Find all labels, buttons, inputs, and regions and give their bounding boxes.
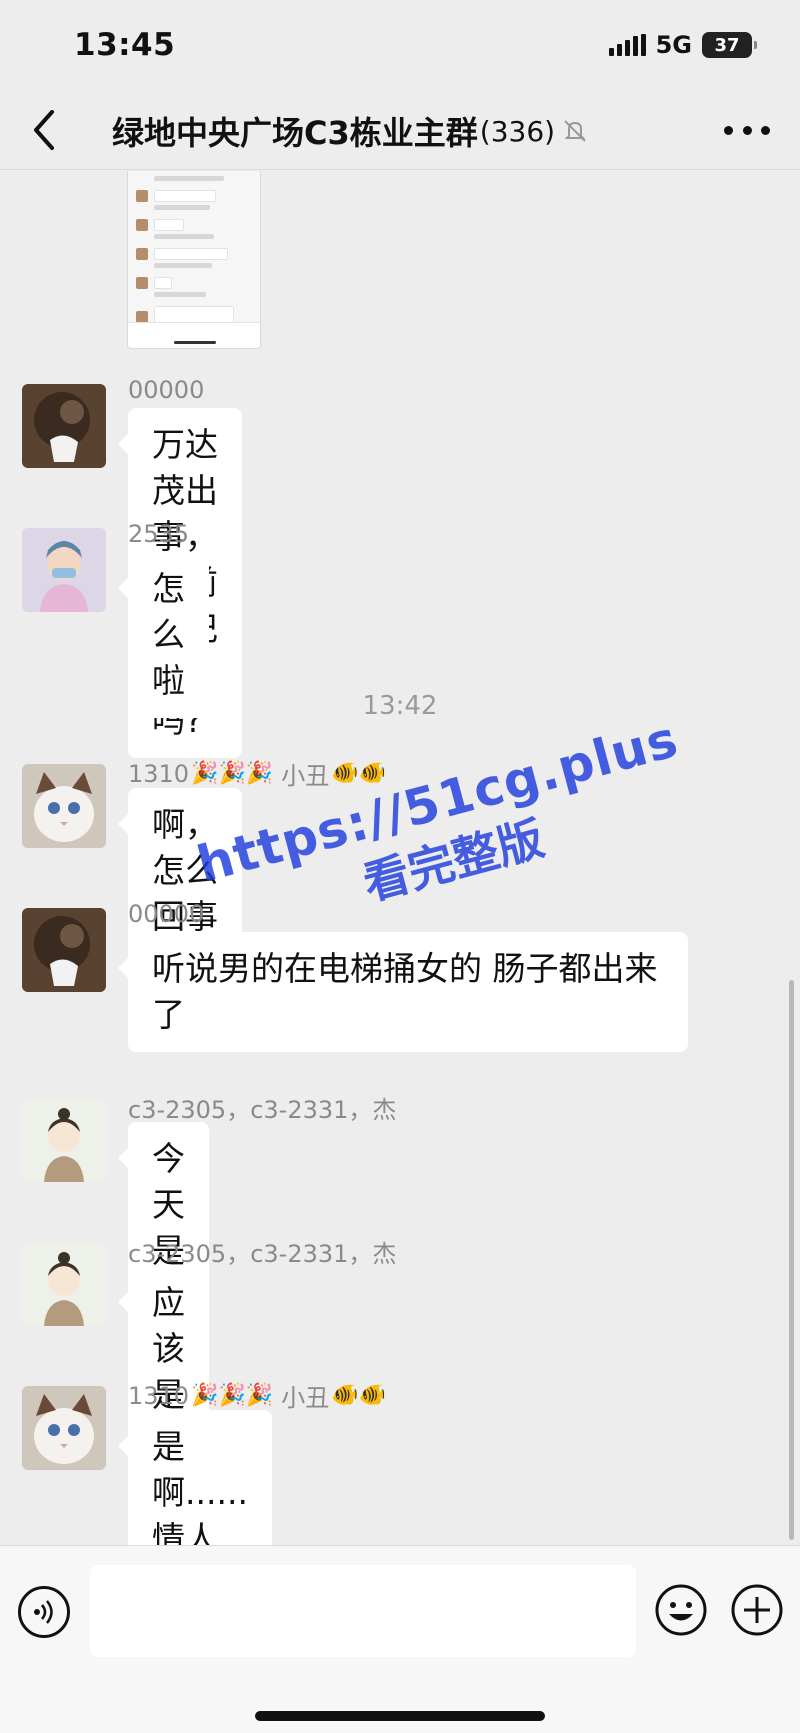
party-popper-icon: 🎉🎉🎉 (191, 761, 274, 786)
voice-icon (34, 1600, 53, 1624)
tropical-fish-icon: 🐠🐠 (331, 761, 387, 786)
message-input[interactable] (90, 1565, 636, 1657)
message-list[interactable]: 00000 万达茂出事，有前方记者吗? 2535 怎么啦 13:42 (0, 171, 800, 1545)
avatar[interactable] (22, 384, 106, 468)
status-time: 13:45 (74, 27, 176, 63)
image-message-thumbnail[interactable] (127, 171, 261, 349)
more-dots-icon (724, 125, 733, 135)
smiley-icon (655, 1584, 707, 1636)
battery-level: 37 (714, 34, 740, 56)
avatar[interactable] (22, 764, 106, 848)
emoji-button[interactable] (654, 1583, 708, 1637)
chevron-left-icon (34, 110, 54, 150)
avatar[interactable] (22, 1242, 106, 1326)
sender-name-suffix: 小丑 (281, 762, 330, 790)
sender-name-id: 1310 (128, 1381, 190, 1410)
sender-name: 2535 (128, 520, 190, 548)
more-button[interactable] (724, 116, 770, 144)
party-popper-icon: 🎉🎉🎉 (191, 1383, 274, 1408)
tropical-fish-icon: 🐠🐠 (331, 1383, 387, 1408)
avatar[interactable] (22, 528, 106, 612)
input-bar (0, 1545, 800, 1733)
signal-icon (608, 34, 646, 56)
avatar[interactable] (22, 1098, 106, 1182)
chat-header: 绿地中央广场C3栋业主群 (336) (0, 90, 800, 170)
voice-button[interactable] (18, 1586, 70, 1638)
back-button[interactable] (26, 108, 66, 152)
sender-name: 00000 (128, 376, 205, 404)
member-count: (336) (479, 114, 556, 148)
message-bubble[interactable]: 听说男的在电梯捅女的 肠子都出来了 (118, 932, 688, 1052)
network-type: 5G (655, 31, 692, 59)
chat-title: 绿地中央广场C3栋业主群 (112, 114, 478, 152)
message-bubble[interactable]: 是啊......情人节 (118, 1410, 272, 1545)
sender-name: 00000 (128, 900, 205, 928)
avatar[interactable] (22, 908, 106, 992)
status-bar: 13:45 5G 37 (0, 0, 800, 90)
avatar[interactable] (22, 1386, 106, 1470)
home-indicator (255, 1711, 545, 1721)
sender-name: c3-2305，c3-2331，杰 (128, 1096, 397, 1124)
chat-title-area[interactable]: 绿地中央广场C3栋业主群 (336) (112, 108, 589, 154)
plus-button[interactable] (730, 1583, 784, 1637)
sender-name-id: 1310 (128, 759, 190, 788)
battery-icon: 37 (702, 32, 757, 58)
bell-off-icon (564, 120, 586, 142)
sender-name-suffix: 小丑 (281, 1384, 330, 1412)
sender-name: 1310 🎉🎉🎉 小丑 🐠🐠 (128, 1378, 386, 1413)
sender-name: c3-2305，c3-2331，杰 (128, 1240, 397, 1268)
sender-name: 1310 🎉🎉🎉 小丑 🐠🐠 (128, 756, 386, 791)
message-timestamp: 13:42 (362, 691, 438, 721)
scrollbar[interactable] (789, 980, 794, 1540)
plus-icon (731, 1584, 783, 1636)
status-indicators: 5G 37 (608, 31, 757, 59)
